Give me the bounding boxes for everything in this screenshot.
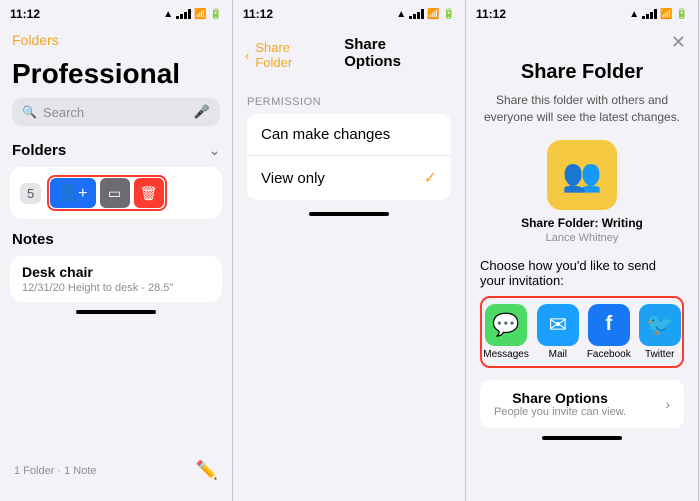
s3-content: Share Folder Share this folder with othe… [466,61,698,428]
chevron-left-icon-2: ‹ [245,48,249,63]
app-item-messages[interactable]: 💬 Messages [483,304,529,360]
search-icon-1: 🔍 [22,105,37,119]
mail-label: Mail [549,349,567,360]
time-2: 11:12 [243,7,273,21]
note-meta: 12/31/20 Height to desk - 28.5" [22,282,210,294]
folder-people-icon: 👥 [562,156,602,194]
wifi-icon-2: 📶 [427,9,439,20]
back-folders-link[interactable]: Folders [12,32,59,48]
share-options-row[interactable]: Share Options People you invite can view… [480,380,684,428]
app-icons-row: 💬 Messages ✉ Mail f Facebook 🐦 [480,296,684,368]
folders-section-header: Folders ⌄ [0,138,232,163]
signal-bars-1 [176,9,191,19]
share-options-title: Share Options [494,390,626,406]
twitter-label: Twitter [645,349,674,360]
share-options-text: Share Options People you invite can view… [494,390,626,418]
folders-label: Folders [12,142,66,159]
facebook-icon: f [588,304,630,346]
compose-icon[interactable]: ✏️ [196,460,218,481]
wifi-icon-1: 📶 [194,9,206,20]
note-title: Desk chair [22,264,210,280]
notes-label: Notes [12,231,54,248]
mic-icon-1: 🎤 [194,104,210,120]
location-icon-1: ▲ [163,9,173,20]
screen-2: 11:12 ▲ 📶 🔋 ‹ Share Folder Share Options… [233,0,466,501]
messages-glyph: 💬 [492,312,519,338]
option-label-1: View only [261,170,325,187]
s2-nav: ‹ Share Folder Share Options [233,28,465,86]
share-options-subtitle: People you invite can view. [494,406,626,418]
edit-button[interactable]: ▭ [100,178,130,208]
s1-nav: Folders [0,28,232,56]
status-bar-1: 11:12 ▲ 📶 🔋 [0,0,232,28]
edit-icon: ▭ [108,185,121,202]
app-item-facebook[interactable]: f Facebook [587,304,631,360]
status-icons-1: ▲ 📶 🔋 [163,9,222,20]
permission-label: PERMISSION [247,96,451,108]
time-1: 11:12 [10,7,40,21]
folder-actions: 👤+ ▭ 🗑 [47,175,166,211]
page-title-1: Professional [0,56,232,98]
messages-icon: 💬 [485,304,527,346]
share-folder-title: Share Folder [480,61,684,84]
status-bar-2: 11:12 ▲ 📶 🔋 [233,0,465,28]
mail-glyph: ✉ [549,312,567,338]
share-folder-back[interactable]: Share Folder [255,40,326,70]
folder-icon-wrap: 👥 [547,140,617,210]
status-icons-2: ▲ 📶 🔋 [396,9,455,20]
battery-icon-1: 🔋 [210,9,222,20]
search-placeholder-1: Search [43,105,84,120]
folder-icon-label: Share Folder: Writing [480,216,684,230]
time-3: 11:12 [476,7,506,21]
share-person-icon: 👤+ [58,183,87,203]
option-list: Can make changes View only ✓ [247,114,451,200]
battery-icon-3: 🔋 [676,9,688,20]
signal-bars-3 [642,9,657,19]
screen-3: 11:12 ▲ 📶 🔋 ✕ Share Folder Share this fo… [466,0,699,501]
note-item[interactable]: Desk chair 12/31/20 Height to desk - 28.… [10,256,222,302]
home-indicator-3 [542,436,622,440]
folder-icon-sub: Lance Whitney [480,232,684,244]
trash-icon: 🗑 [140,185,158,202]
status-icons-3: ▲ 📶 🔋 [629,9,688,20]
chevron-down-icon[interactable]: ⌄ [209,143,220,159]
app-item-twitter[interactable]: 🐦 Twitter [639,304,681,360]
app-item-mail[interactable]: ✉ Mail [537,304,579,360]
close-button[interactable]: ✕ [671,32,686,53]
twitter-icon: 🐦 [639,304,681,346]
checkmark-icon: ✓ [424,168,437,188]
s1-footer: 1 Folder · 1 Note ✏️ [0,460,232,481]
twitter-glyph: 🐦 [646,312,673,338]
facebook-label: Facebook [587,349,631,360]
facebook-glyph: f [605,313,612,336]
option-view-only[interactable]: View only ✓ [247,156,451,200]
status-bar-3: 11:12 ▲ 📶 🔋 [466,0,698,28]
share-folder-desc: Share this folder with others and everyo… [480,92,684,126]
mail-icon: ✉ [537,304,579,346]
notes-section-header: Notes [0,223,232,252]
invite-label: Choose how you'd like to send your invit… [480,258,684,288]
home-indicator-2 [309,212,389,216]
signal-bars-2 [409,9,424,19]
permission-section: PERMISSION Can make changes View only ✓ [233,86,465,204]
home-indicator-1 [76,310,156,314]
s3-nav: ✕ [466,28,698,61]
screen-1: 11:12 ▲ 📶 🔋 Folders Professional 🔍 Searc… [0,0,233,501]
delete-button[interactable]: 🗑 [134,178,164,208]
share-options-chevron: › [665,396,670,412]
nav-title-2: Share Options [332,32,453,78]
option-can-make-changes[interactable]: Can make changes [247,114,451,156]
folder-count: 5 [20,183,41,204]
location-icon-2: ▲ [396,9,406,20]
wifi-icon-3: 📶 [660,9,672,20]
messages-label: Messages [483,349,529,360]
folder-row: 5 👤+ ▭ 🗑 [10,167,222,219]
location-icon-3: ▲ [629,9,639,20]
folder-summary: 1 Folder · 1 Note [14,465,97,477]
search-bar-1[interactable]: 🔍 Search 🎤 [12,98,220,126]
battery-icon-2: 🔋 [443,9,455,20]
option-label-0: Can make changes [261,126,390,143]
share-button[interactable]: 👤+ [50,178,95,208]
